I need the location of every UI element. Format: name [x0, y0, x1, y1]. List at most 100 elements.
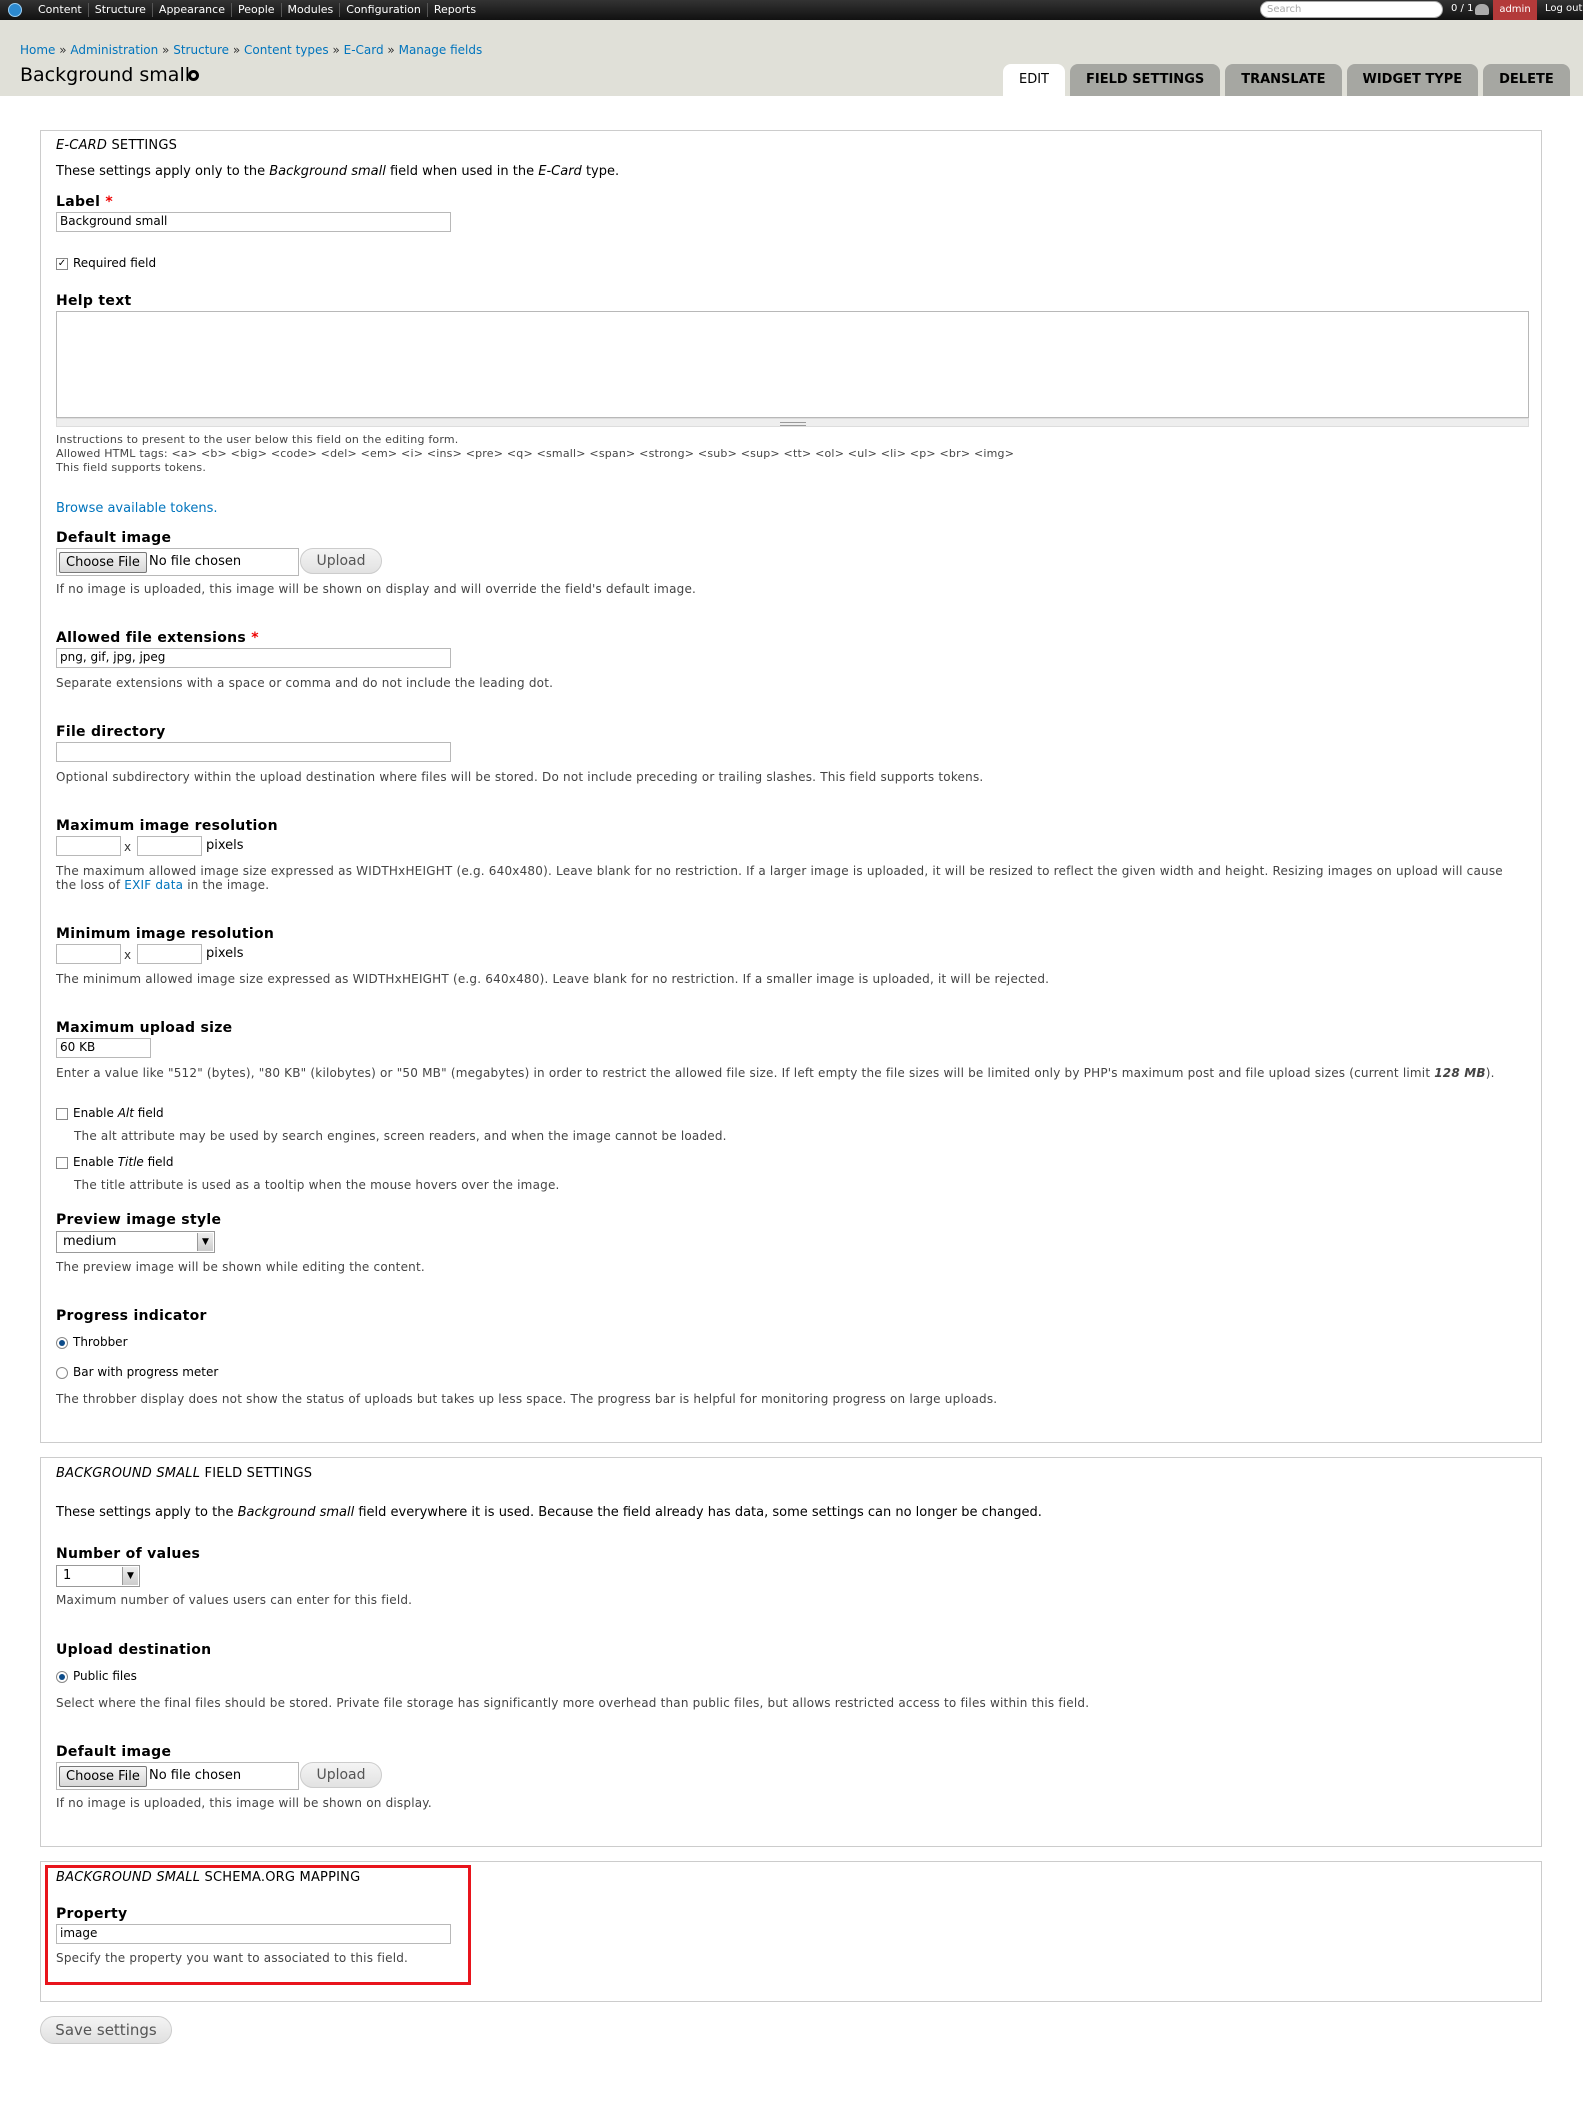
- preview-style-label: Preview image style: [56, 1212, 222, 1228]
- tab-widget-type[interactable]: WIDGET TYPE: [1346, 64, 1479, 96]
- enable-title-checkbox[interactable]: [56, 1157, 68, 1169]
- max-resolution-description: The maximum allowed image size expressed…: [56, 864, 1503, 892]
- max-resolution-label: Maximum image resolution: [56, 818, 278, 834]
- toolbar-menu-content[interactable]: Content: [32, 3, 89, 17]
- toolbar-menu-structure[interactable]: Structure: [89, 3, 153, 17]
- online-users-count: 0 / 1: [1451, 3, 1474, 14]
- tab-translate[interactable]: TRANSLATE: [1225, 64, 1342, 96]
- throbber-label: Throbber: [73, 1335, 128, 1349]
- toolbar-menu-people[interactable]: People: [232, 3, 282, 17]
- primary-tabs: EDIT FIELD SETTINGS TRANSLATE WIDGET TYP…: [1003, 64, 1570, 96]
- toolbar-menu-appearance[interactable]: Appearance: [153, 3, 232, 17]
- public-files-radio[interactable]: [56, 1671, 68, 1683]
- file-directory-description: Optional subdirectory within the upload …: [56, 770, 984, 784]
- max-upload-size-input[interactable]: 60 KB: [56, 1038, 151, 1058]
- allowed-extensions-input[interactable]: png, gif, jpg, jpeg: [56, 648, 451, 668]
- chevron-down-icon: ▼: [122, 1567, 138, 1585]
- breadcrumb-administration[interactable]: Administration: [70, 43, 158, 57]
- breadcrumb: Home » Administration » Structure » Cont…: [20, 43, 483, 57]
- default-image-description: If no image is uploaded, this image will…: [56, 582, 697, 596]
- no-file-chosen-text: No file chosen: [149, 1768, 242, 1783]
- tab-edit[interactable]: EDIT: [1003, 64, 1065, 96]
- upload-button[interactable]: Upload: [300, 548, 382, 574]
- min-resolution-description: The minimum allowed image size expressed…: [56, 972, 1050, 986]
- min-resolution-x: x: [124, 948, 132, 962]
- toolbar-menu-reports[interactable]: Reports: [428, 3, 482, 17]
- ecard-settings-intro: These settings apply only to the Backgro…: [56, 164, 620, 179]
- label-field-label: Label *: [56, 194, 113, 210]
- min-resolution-pixels: pixels: [206, 946, 244, 961]
- allowed-extensions-label: Allowed file extensions *: [56, 630, 259, 646]
- number-of-values-label: Number of values: [56, 1546, 201, 1562]
- breadcrumb-manage-fields[interactable]: Manage fields: [399, 43, 483, 57]
- admin-toolbar: Content Structure Appearance People Modu…: [0, 0, 1583, 20]
- field-settings-intro: These settings apply to the Background s…: [56, 1505, 1042, 1520]
- breadcrumb-content-types[interactable]: Content types: [244, 43, 329, 57]
- help-text-allowed-tags: Allowed HTML tags: <a> <b> <big> <code> …: [56, 447, 1015, 460]
- help-text-tokens-note: This field supports tokens.: [56, 461, 207, 474]
- throbber-radio[interactable]: [56, 1337, 68, 1349]
- toolbar-search-input[interactable]: Search: [1260, 1, 1443, 18]
- min-height-input[interactable]: [137, 944, 202, 964]
- min-width-input[interactable]: [56, 944, 121, 964]
- no-file-chosen-text: No file chosen: [149, 554, 242, 569]
- preview-style-select[interactable]: medium ▼: [56, 1231, 215, 1253]
- users-icon: [1475, 4, 1489, 15]
- page-title: Background small: [20, 64, 190, 86]
- progress-indicator-description: The throbber display does not show the s…: [56, 1392, 998, 1406]
- file-directory-label: File directory: [56, 724, 166, 740]
- number-of-values-select[interactable]: 1 ▼: [56, 1565, 140, 1587]
- help-text-textarea[interactable]: [56, 311, 1529, 418]
- enable-alt-label: Enable Alt field: [73, 1106, 164, 1120]
- logout-link[interactable]: Log out: [1545, 3, 1582, 14]
- label-input[interactable]: Background small: [56, 212, 451, 232]
- ecard-settings-legend: E-Card settings: [56, 138, 178, 153]
- enable-alt-checkbox[interactable]: [56, 1108, 68, 1120]
- required-field-checkbox[interactable]: ✓: [56, 258, 68, 270]
- upload-destination-description: Select where the final files should be s…: [56, 1696, 1090, 1710]
- max-height-input[interactable]: [137, 836, 202, 856]
- max-upload-size-description: Enter a value like "512" (bytes), "80 KB…: [56, 1066, 1495, 1080]
- file-directory-input[interactable]: [56, 742, 451, 762]
- progress-bar-label: Bar with progress meter: [73, 1365, 219, 1379]
- breadcrumb-e-card[interactable]: E-Card: [344, 43, 384, 57]
- drupal-home-icon[interactable]: [8, 3, 22, 17]
- chevron-down-icon: ▼: [197, 1233, 213, 1251]
- choose-file-button[interactable]: Choose File: [59, 552, 147, 573]
- breadcrumb-home[interactable]: Home: [20, 43, 55, 57]
- upload-destination-label: Upload destination: [56, 1642, 212, 1658]
- progress-bar-radio[interactable]: [56, 1367, 68, 1379]
- textarea-resize-grip[interactable]: [56, 418, 1529, 427]
- save-settings-button[interactable]: Save settings: [40, 2016, 172, 2044]
- min-resolution-label: Minimum image resolution: [56, 926, 275, 942]
- user-account-link[interactable]: admin: [1493, 0, 1537, 20]
- choose-file-button[interactable]: Choose File: [59, 1766, 147, 1787]
- shortcut-gear-icon[interactable]: [188, 70, 199, 81]
- default-image-label: Default image: [56, 530, 172, 546]
- max-resolution-x: x: [124, 840, 132, 854]
- toolbar-menu-configuration[interactable]: Configuration: [340, 3, 428, 17]
- field-settings-legend: Background small field settings: [56, 1466, 313, 1481]
- toolbar-menu-modules[interactable]: Modules: [282, 3, 341, 17]
- field-default-image-label: Default image: [56, 1744, 172, 1760]
- enable-title-label: Enable Title field: [73, 1155, 174, 1169]
- toolbar-menu: Content Structure Appearance People Modu…: [32, 0, 482, 20]
- help-text-label: Help text: [56, 293, 132, 309]
- max-resolution-pixels: pixels: [206, 838, 244, 853]
- public-files-label: Public files: [73, 1669, 137, 1683]
- tab-field-settings[interactable]: FIELD SETTINGS: [1070, 64, 1221, 96]
- field-upload-button[interactable]: Upload: [300, 1762, 382, 1788]
- max-width-input[interactable]: [56, 836, 121, 856]
- number-of-values-description: Maximum number of values users can enter…: [56, 1593, 413, 1607]
- browse-tokens-link[interactable]: Browse available tokens.: [56, 501, 218, 516]
- progress-indicator-label: Progress indicator: [56, 1308, 207, 1324]
- breadcrumb-structure[interactable]: Structure: [173, 43, 229, 57]
- enable-title-description: The title attribute is used as a tooltip…: [74, 1178, 560, 1192]
- required-field-label: Required field: [73, 256, 157, 270]
- field-default-image-description: If no image is uploaded, this image will…: [56, 1796, 432, 1810]
- tab-delete[interactable]: DELETE: [1483, 64, 1570, 96]
- exif-data-link[interactable]: EXIF data: [124, 878, 183, 892]
- field-default-image-file-input[interactable]: Choose File No file chosen: [56, 1762, 299, 1790]
- default-image-file-input[interactable]: Choose File No file chosen: [56, 548, 299, 576]
- preview-style-description: The preview image will be shown while ed…: [56, 1260, 425, 1274]
